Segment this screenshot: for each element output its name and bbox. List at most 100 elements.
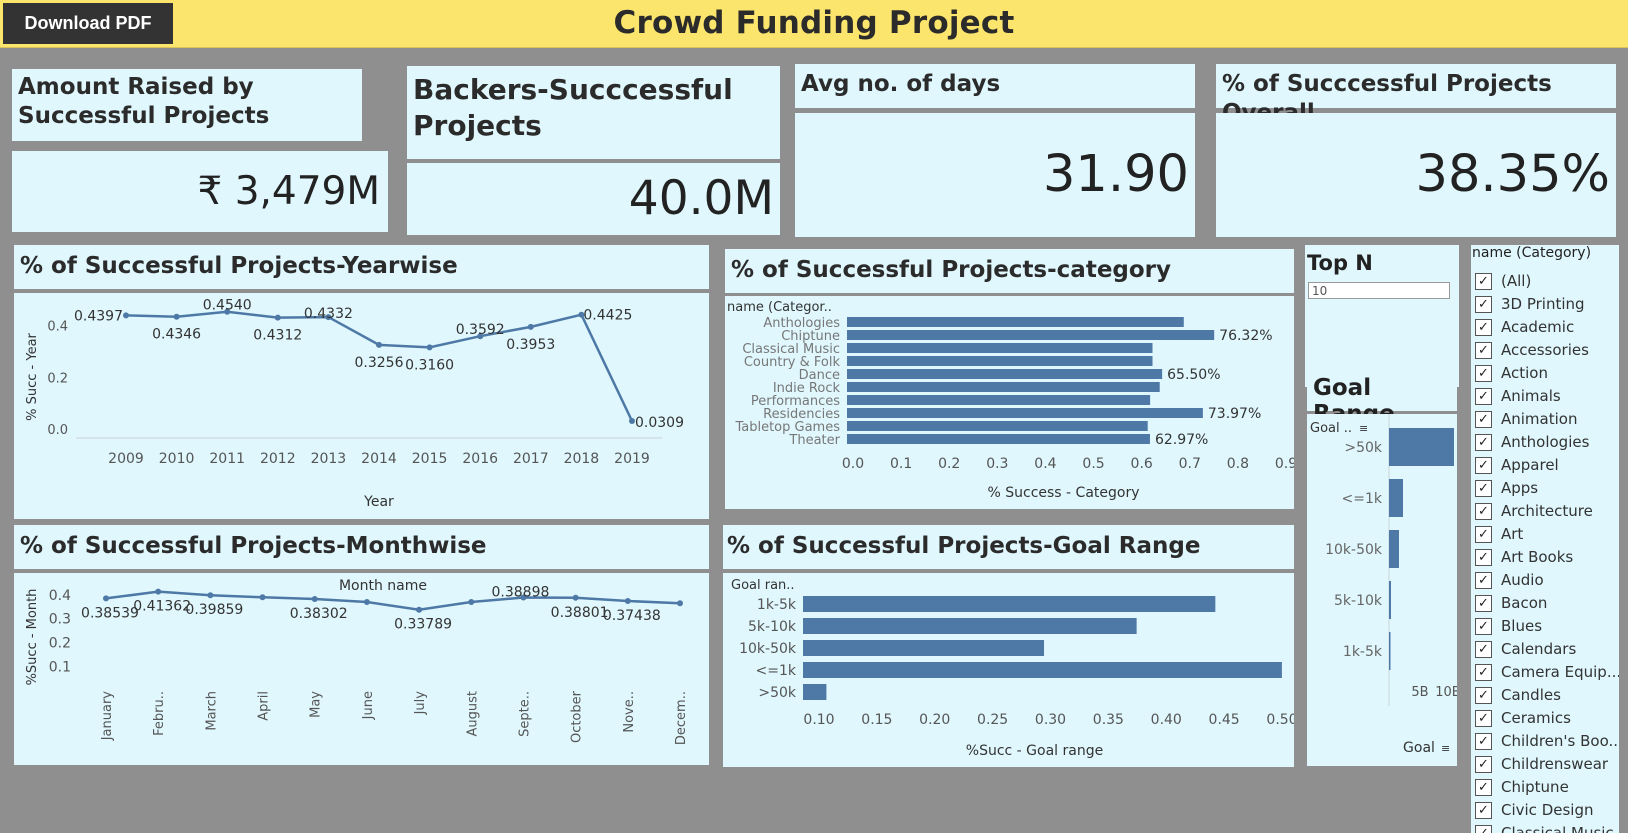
goal-range-side-bar (1389, 479, 1403, 517)
checkbox-checked-icon[interactable]: ✓ (1475, 756, 1492, 773)
monthwise-data-point (572, 594, 579, 601)
checkbox-checked-icon[interactable]: ✓ (1475, 641, 1492, 658)
monthwise-x-tick: Septe.. (517, 691, 532, 737)
category-bar (847, 408, 1203, 418)
kpi-success-rate-value: 38.35% (1216, 113, 1616, 237)
monthwise-data-point (468, 599, 475, 606)
checkbox-checked-icon[interactable]: ✓ (1475, 733, 1492, 750)
checkbox-checked-icon[interactable]: ✓ (1475, 802, 1492, 819)
category-filter-item-label: Art Books (1501, 548, 1574, 566)
checkbox-checked-icon[interactable]: ✓ (1475, 687, 1492, 704)
category-x-tick: 0.4 (1034, 456, 1056, 472)
checkbox-checked-icon[interactable]: ✓ (1475, 572, 1492, 589)
monthwise-x-tick: October (570, 690, 585, 743)
goal-range-row-header: Goal ran.. (731, 578, 795, 593)
checkbox-checked-icon[interactable]: ✓ (1475, 710, 1492, 727)
category-x-tick: 0.7 (1179, 456, 1201, 472)
yearwise-data-label: 0.4425 (583, 308, 632, 324)
category-filter-item-label: Ceramics (1501, 709, 1571, 727)
yearwise-data-label: 0.4397 (74, 308, 123, 324)
sort-icon: ≡ (1359, 422, 1368, 435)
checkbox-checked-icon[interactable]: ✓ (1475, 526, 1492, 543)
checkbox-checked-icon[interactable]: ✓ (1475, 549, 1492, 566)
goal-range-x-tick: 0.50 (1266, 712, 1294, 728)
goal-range-chart-title: % of Successful Projects-Goal Range (723, 525, 1294, 569)
monthwise-y-tick: 0.2 (49, 636, 71, 652)
kpi-avg-days-value: 31.90 (795, 113, 1195, 237)
download-pdf-button[interactable]: Download PDF (3, 3, 173, 44)
category-filter-item-label: Blues (1501, 617, 1543, 635)
category-filter-item-label: Children's Boo... (1501, 732, 1619, 750)
category-x-tick: 0.9 (1275, 456, 1294, 472)
category-data-label: 73.97% (1208, 406, 1261, 422)
goal-range-label: 10k-50k (739, 641, 797, 657)
checkbox-checked-icon[interactable]: ✓ (1475, 388, 1492, 405)
goal-range-x-tick: 0.15 (861, 712, 892, 728)
monthwise-data-label: 0.38302 (290, 606, 348, 622)
yearwise-data-point (173, 313, 180, 320)
monthwise-data-label: 0.38801 (551, 605, 609, 621)
checkbox-checked-icon[interactable]: ✓ (1475, 365, 1492, 382)
yearwise-data-label: 0.3256 (355, 355, 404, 371)
goal-range-label: >50k (758, 685, 797, 701)
checkbox-checked-icon[interactable]: ✓ (1475, 779, 1492, 796)
goal-range-side-title-panel: Goal Range (1307, 367, 1457, 427)
goal-range-side-label: <=1k (1342, 491, 1383, 507)
yearwise-y-axis-label: % Succ - Year (25, 332, 40, 420)
yearwise-x-tick: 2018 (564, 451, 600, 467)
kpi-amount-value: ₹ 3,479M (12, 151, 388, 232)
monthwise-data-point (311, 595, 318, 602)
monthwise-x-tick: August (465, 691, 480, 737)
checkbox-checked-icon[interactable]: ✓ (1475, 319, 1492, 336)
category-chart-panel: name (Categor.. Anthologies Chiptune 76.32%… (725, 296, 1297, 509)
category-x-tick: 0.5 (1082, 456, 1104, 472)
yearwise-x-tick: 2016 (462, 451, 498, 467)
checkbox-checked-icon[interactable]: ✓ (1475, 342, 1492, 359)
monthwise-x-tick: May (309, 691, 324, 718)
yearwise-x-tick: 2015 (412, 451, 448, 467)
goal-range-side-bar (1389, 530, 1399, 568)
monthwise-chart-panel: Month name 0.1 0.2 0.3 0.4 %Succ - Month 0.385… (14, 573, 709, 765)
category-x-tick: 0.8 (1227, 456, 1249, 472)
monthwise-y-axis-label: %Succ - Month (25, 589, 40, 686)
monthwise-data-point (624, 598, 631, 605)
yearwise-chart-panel: 0.0 0.2 0.4 % Succ - Year 2009 2010 2011 2012 20… (14, 293, 709, 519)
yearwise-data-point (274, 314, 281, 321)
category-bar-chart: name (Categor..AnthologiesChiptune 76.32%… (727, 300, 1297, 501)
checkbox-checked-icon[interactable]: ✓ (1475, 480, 1492, 497)
yearwise-data-label: 0.4332 (304, 306, 353, 322)
checkbox-checked-icon[interactable]: ✓ (1475, 595, 1492, 612)
monthwise-data-point (259, 594, 266, 601)
yearwise-x-tick: 2019 (614, 451, 650, 467)
yearwise-data-label: 0.3953 (506, 337, 555, 353)
monthwise-x-tick: Febru.. (152, 691, 167, 736)
checkbox-checked-icon[interactable]: ✓ (1475, 457, 1492, 474)
goal-range-x-tick: 0.40 (1151, 712, 1182, 728)
checkbox-checked-icon[interactable]: ✓ (1475, 296, 1492, 313)
goal-range-x-tick: 0.35 (1093, 712, 1124, 728)
yearwise-data-label: 0.3592 (456, 322, 505, 338)
monthwise-y-tick: 0.1 (49, 659, 71, 675)
sort-icon: ≡ (1441, 742, 1450, 755)
category-filter-item-label: Animals (1501, 387, 1561, 405)
checkbox-checked-icon[interactable]: ✓ (1475, 411, 1492, 428)
monthwise-data-label: 0.37438 (603, 608, 661, 624)
checkbox-checked-icon[interactable]: ✓ (1475, 273, 1492, 290)
checkbox-checked-icon[interactable]: ✓ (1475, 664, 1492, 681)
checkbox-checked-icon[interactable]: ✓ (1475, 618, 1492, 635)
category-filter-item-label: (All) (1501, 272, 1532, 290)
kpi-backers-value: 40.0M (407, 163, 780, 235)
goal-range-side-label: >50k (1344, 440, 1383, 456)
monthwise-line-chart: Month name 0.1 0.2 0.3 0.4 %Succ - Month 0.385… (25, 578, 689, 745)
checkbox-checked-icon[interactable]: ✓ (1475, 434, 1492, 451)
category-bar (847, 317, 1184, 327)
category-bar (847, 343, 1153, 353)
monthwise-y-tick: 0.4 (49, 588, 71, 604)
checkbox-checked-icon[interactable]: ✓ (1475, 503, 1492, 520)
monthwise-data-label: 0.39859 (185, 602, 243, 618)
goal-range-side-bar-chart: Goal .. ≡ >50k <=1k 10k-50k 5k-10k 1k-5k 5B 10B G… (1310, 414, 1461, 756)
top-n-input[interactable] (1308, 282, 1450, 299)
checkbox-checked-icon[interactable]: ✓ (1475, 825, 1492, 833)
goal-range-x-tick: 0.20 (919, 712, 950, 728)
category-filter-item-label: Chiptune (1501, 778, 1569, 796)
